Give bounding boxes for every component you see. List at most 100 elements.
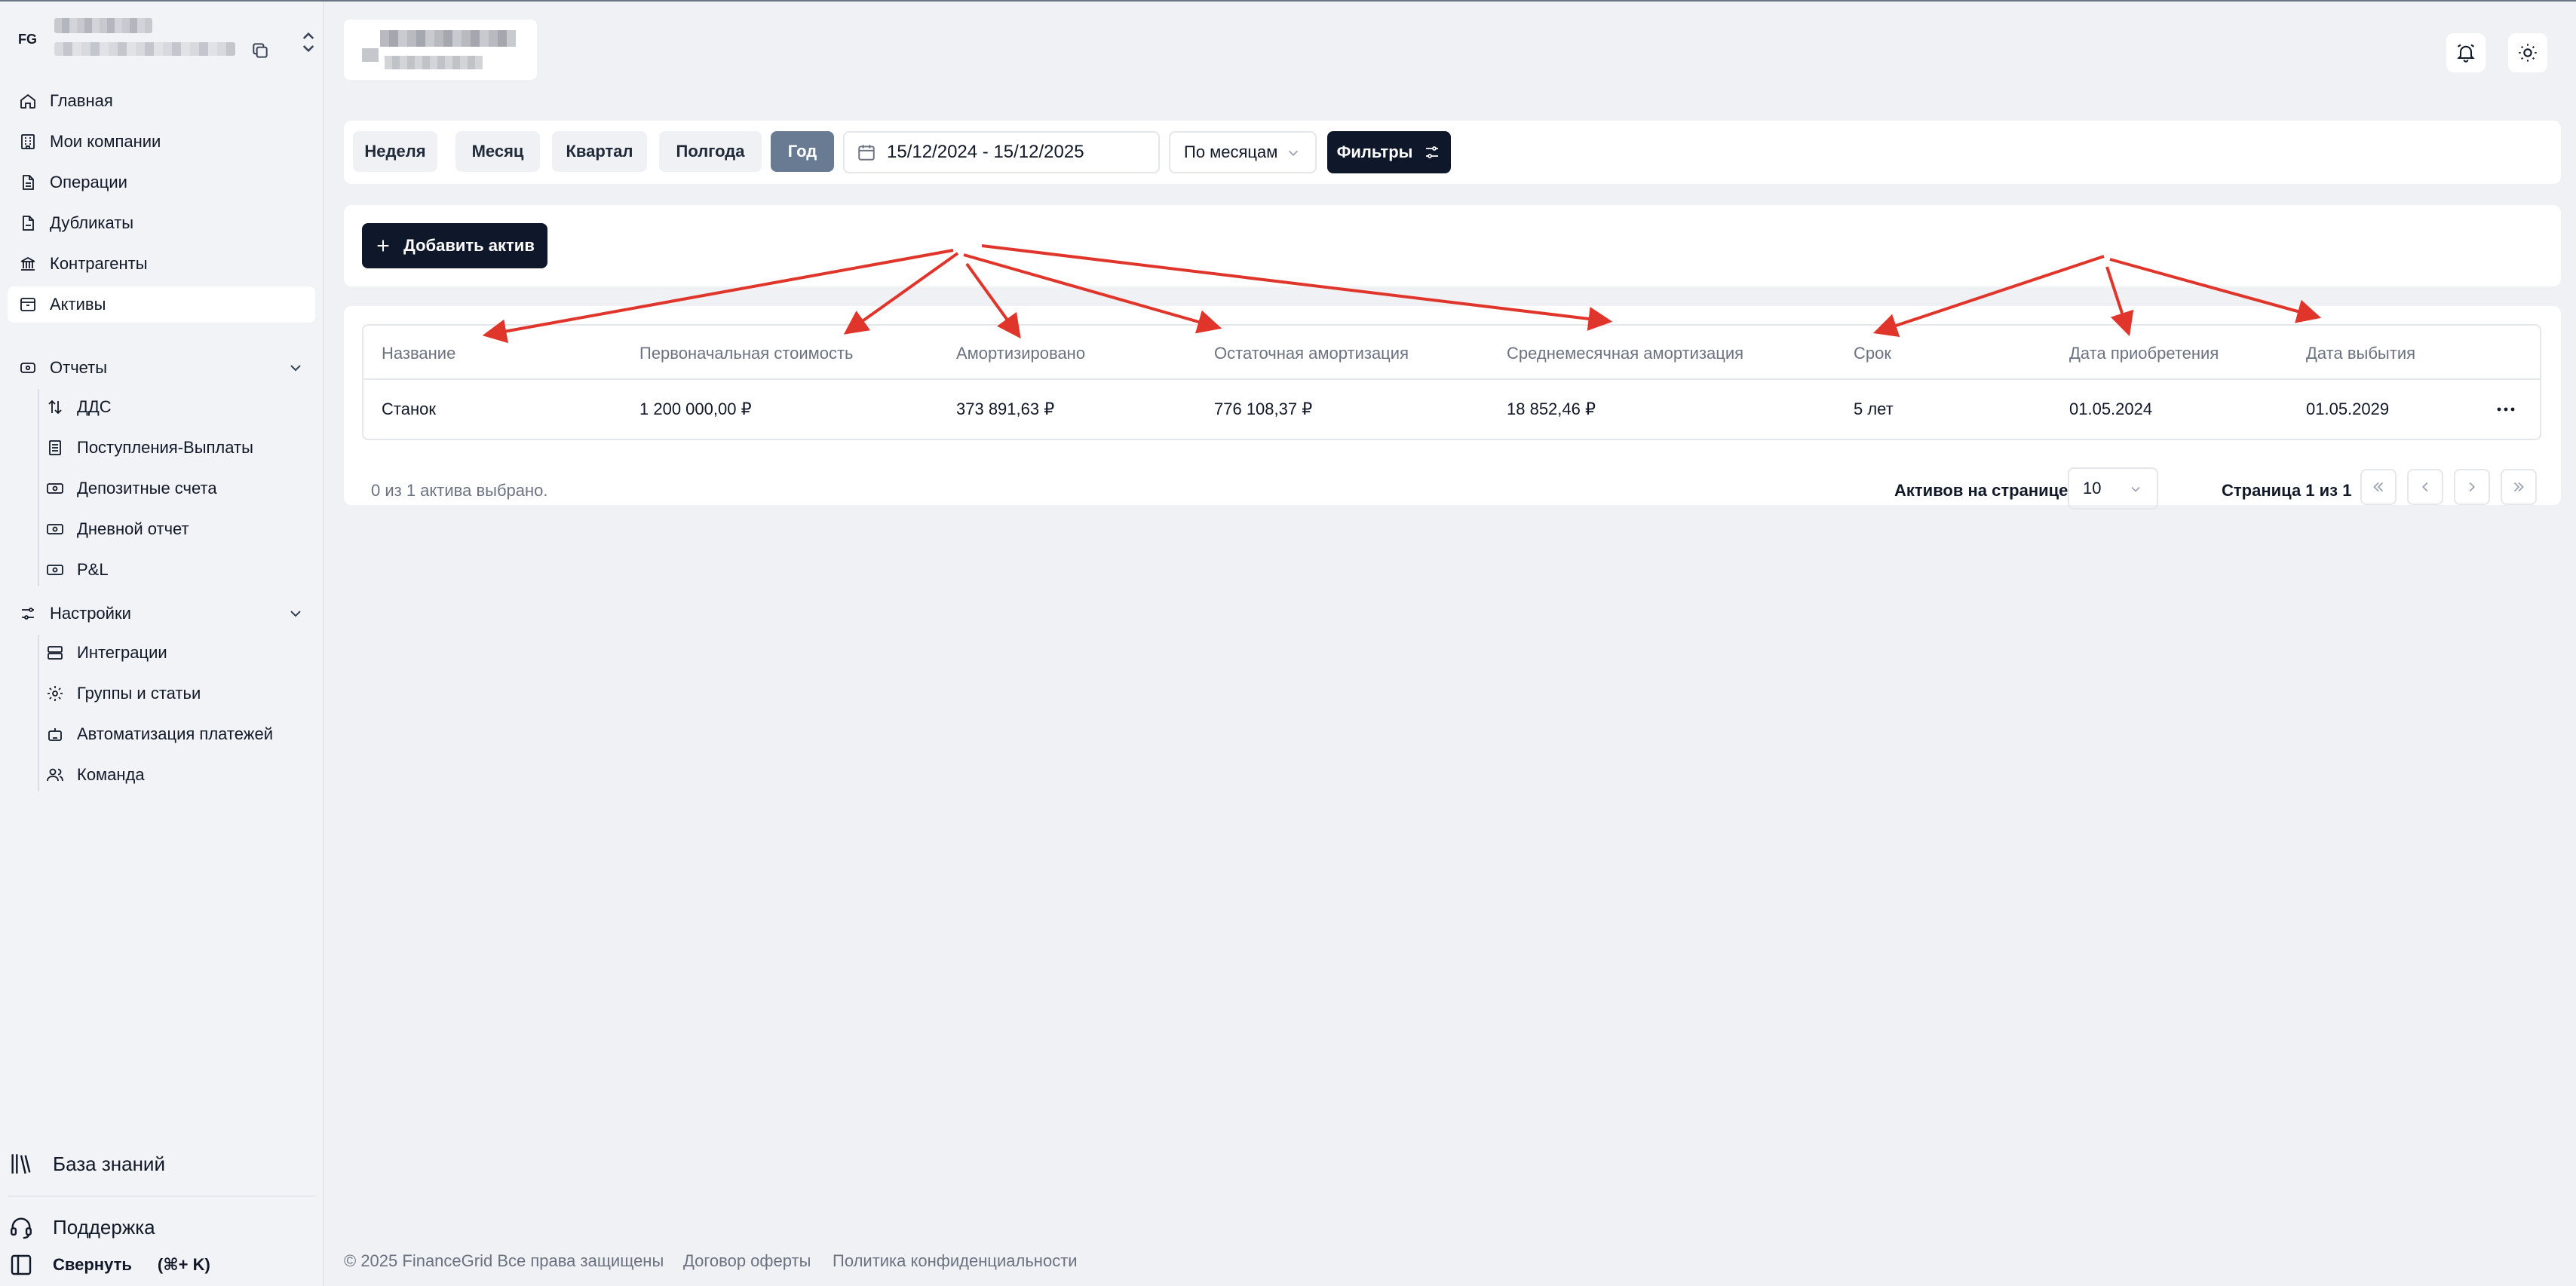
sidebar-item-label: Группы и статьи [77, 684, 201, 703]
robot-icon [45, 724, 65, 744]
sidebar-item-duplicates[interactable]: Дубликаты [8, 205, 315, 241]
support-link[interactable]: Поддержка [8, 1214, 155, 1241]
redacted-block [385, 56, 483, 69]
sidebar-item-label: Дневной отчет [77, 519, 189, 538]
chevron-down-icon [1288, 150, 1299, 157]
document-icon [18, 173, 38, 192]
sidebar-item-label: Мои компании [50, 132, 161, 151]
annotation-arrows [482, 244, 2322, 344]
org-id-redacted [54, 42, 235, 56]
chevron-updown-icon[interactable] [297, 29, 320, 56]
date-range-picker[interactable]: 15/12/2024 - 15/12/2025 [843, 131, 1160, 173]
knowledge-base-label: База знаний [53, 1152, 165, 1175]
filters-label: Фильтры [1336, 142, 1413, 161]
last-page-button[interactable] [2501, 469, 2537, 505]
period-month-button[interactable]: Месяц [455, 131, 540, 172]
notifications-button[interactable] [2446, 33, 2486, 72]
header-divider [363, 378, 2540, 380]
sidebar-item-pnl[interactable]: P&L [8, 552, 315, 588]
sidebar-item-label: Поступления-Выплаты [77, 438, 253, 457]
knowledge-base-link[interactable]: База знаний [8, 1150, 165, 1177]
archive-icon [18, 295, 38, 314]
date-range-value: 15/12/2024 - 15/12/2025 [887, 142, 1084, 162]
banknote-icon [45, 560, 65, 580]
calendar-icon [858, 145, 875, 161]
sidebar-item-operations[interactable]: Операции [8, 164, 315, 201]
privacy-link[interactable]: Политика конфиденциальности [833, 1251, 1078, 1271]
sidebar-item-label: Активы [50, 295, 106, 314]
grouping-value: По месяцам [1184, 142, 1278, 161]
filters-button[interactable]: Фильтры [1327, 131, 1451, 173]
sidebar-item-label: Контрагенты [50, 254, 148, 273]
column-header[interactable]: Срок [1854, 344, 1891, 363]
sidebar-group-reports[interactable]: Отчеты [8, 350, 315, 386]
table-cell[interactable]: Станок [382, 400, 436, 419]
per-page-label: Активов на странице [1894, 481, 2068, 500]
table-cell: 776 108,37 ₽ [1214, 400, 1313, 418]
sidebar-item-counterparties[interactable]: Контрагенты [8, 246, 315, 282]
document-duplicate-icon [18, 213, 38, 233]
prev-page-button[interactable] [2407, 469, 2443, 505]
selection-status: 0 из 1 актива выбрано. [371, 481, 548, 500]
chevron-down-icon [290, 365, 301, 372]
sidebar-group-label: Настройки [50, 604, 131, 623]
wallet-icon [18, 358, 38, 378]
sidebar-item-payment-automation[interactable]: Автоматизация платежей [8, 716, 315, 752]
sidebar-panel-icon [8, 1251, 35, 1278]
add-asset-label: Добавить актив [403, 236, 535, 255]
sidebar-item-label: Дубликаты [50, 213, 134, 232]
period-week-button[interactable]: Неделя [353, 131, 437, 172]
sidebar-item-daily-report[interactable]: Дневной отчет [8, 511, 315, 547]
sidebar-item-label: Интеграции [77, 643, 167, 662]
column-header[interactable]: Среднемесячная амортизация [1507, 344, 1743, 363]
sidebar-item-dds[interactable]: ДДС [8, 389, 315, 425]
chevron-down-icon [290, 611, 301, 617]
first-page-button[interactable] [2360, 469, 2397, 505]
collapse-sidebar-button[interactable]: Свернуть (⌘+ K) [8, 1251, 210, 1278]
assets-table-card: Название Первоначальная стоимость Аморти… [344, 306, 2561, 510]
copy-icon[interactable] [250, 41, 270, 60]
period-year-button[interactable]: Год [771, 131, 834, 172]
sidebar: FG Главная Мои компании Операции Дублика… [0, 2, 324, 1286]
column-header[interactable]: Остаточная амортизация [1214, 344, 1409, 363]
next-page-button[interactable] [2454, 469, 2490, 505]
redacted-block [380, 30, 516, 47]
column-header[interactable]: Первоначальная стоимость [639, 344, 854, 363]
row-actions-icon[interactable] [2495, 400, 2517, 419]
sun-icon [2519, 44, 2537, 62]
period-toolbar: Неделя Месяц Квартал Полгода Год 15/12/2… [344, 121, 2561, 184]
sidebar-item-home[interactable]: Главная [8, 83, 315, 119]
period-halfyear-button[interactable]: Полгода [659, 131, 762, 172]
period-quarter-button[interactable]: Квартал [552, 131, 647, 172]
add-asset-button[interactable]: Добавить актив [362, 223, 547, 268]
sidebar-item-companies[interactable]: Мои компании [8, 124, 315, 160]
grouping-select[interactable]: По месяцам [1169, 131, 1317, 173]
library-icon [8, 1150, 35, 1177]
bank-icon [18, 254, 38, 274]
sidebar-item-assets[interactable]: Активы [8, 286, 315, 323]
collapse-shortcut: (⌘+ K) [157, 1255, 210, 1274]
sidebar-item-team[interactable]: Команда [8, 757, 315, 793]
column-header[interactable]: Дата приобретения [2069, 344, 2219, 363]
offer-link[interactable]: Договор оферты [683, 1251, 811, 1271]
building-icon [18, 132, 38, 152]
sidebar-item-deposit-accounts[interactable]: Депозитные счета [8, 470, 315, 507]
column-header[interactable]: Дата выбытия [2306, 344, 2415, 363]
gear-icon [45, 684, 65, 703]
column-header[interactable]: Название [382, 344, 455, 363]
theme-toggle-button[interactable] [2508, 33, 2547, 72]
column-header[interactable]: Амортизировано [956, 344, 1085, 363]
sidebar-item-income-payments[interactable]: Поступления-Выплаты [8, 430, 315, 466]
per-page-value: 10 [2083, 479, 2102, 498]
bell-icon [2457, 44, 2475, 63]
sidebar-item-groups-articles[interactable]: Группы и статьи [8, 675, 315, 712]
support-label: Поддержка [53, 1215, 155, 1239]
org-name-redacted [54, 18, 152, 33]
sidebar-item-integrations[interactable]: Интеграции [8, 635, 315, 671]
org-switcher[interactable]: FG [17, 18, 318, 63]
sidebar-item-label: Операции [50, 173, 127, 191]
per-page-select[interactable]: 10 [2068, 467, 2158, 510]
chevron-down-icon [2131, 486, 2140, 492]
sidebar-group-settings[interactable]: Настройки [8, 596, 315, 632]
chevrons-right-icon [2513, 482, 2524, 492]
